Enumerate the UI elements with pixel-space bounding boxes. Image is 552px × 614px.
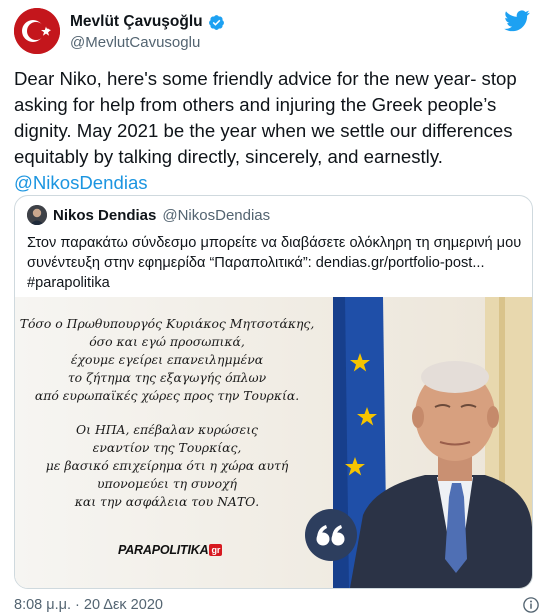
image-quote-line: με βασικό επιχείρημα ότι η χώρα αυτή — [45, 458, 289, 473]
quote-marks-icon — [316, 525, 345, 546]
image-quote-line: από ευρωπαϊκές χώρες προς την Τουρκία. — [34, 388, 300, 403]
tweet-text: Dear Niko, here's some friendly advice f… — [14, 66, 540, 196]
image-quote-line: έχουμε εγείρει επανειλημμένα — [70, 352, 264, 367]
author-display-name[interactable]: Mevlüt Çavuşoğlu — [70, 13, 203, 31]
brand-tag: gr — [209, 544, 223, 556]
image-quote-line: Τόσο ο Πρωθυπουργός Κυριάκος Μητσοτάκης, — [19, 316, 315, 331]
author-name-row[interactable]: Mevlüt Çavuşoğlu — [70, 13, 225, 31]
quote-marks-badge — [305, 509, 357, 561]
image-quote-paragraph-1: Τόσο ο Πρωθυπουργός Κυριάκος Μητσοτάκης,… — [19, 315, 315, 405]
parapolitika-logo: PARAPOLITIKA gr — [118, 543, 223, 557]
quoted-author-avatar — [27, 205, 47, 225]
quoted-text: Στον παρακάτω σύνδεσμο μπορείτε να διαβά… — [27, 235, 522, 291]
quoted-avatar-photo — [27, 205, 47, 225]
author-handle[interactable]: @MevlutCavusoglu — [70, 34, 200, 51]
image-quote-line: και την ασφάλεια του ΝΑΤΟ. — [74, 494, 260, 509]
twitter-bird-icon[interactable] — [504, 10, 530, 32]
timestamp[interactable]: 8:08 μ.μ. · 20 Δεκ 2020 — [14, 597, 163, 613]
tweet-footer: 8:08 μ.μ. · 20 Δεκ 2020 — [14, 596, 540, 613]
image-quote-paragraph-2: Οι ΗΠΑ, επέβαλαν κυρώσεις εναντίον της Τ… — [19, 421, 315, 511]
turkey-flag-icon — [14, 8, 60, 54]
image-quote-line: υπονομεύει τη συνοχή — [97, 476, 237, 491]
tweet-header: Mevlüt Çavuşoğlu @MevlutCavusoglu — [14, 8, 540, 58]
image-quote-line: Οι ΗΠΑ, επέβαλαν κυρώσεις — [75, 422, 258, 437]
image-quote-line: εναντίον της Τουρκίας, — [92, 440, 242, 455]
image-quote-line: το ζήτημα της εξαγωγής όπλων — [67, 370, 267, 385]
quoted-handle: @NikosDendias — [162, 206, 271, 224]
image-quote-line: όσο και εγώ προσωπικά, — [89, 334, 245, 349]
mention-link[interactable]: @NikosDendias — [14, 172, 148, 193]
verified-icon — [208, 14, 224, 30]
author-avatar[interactable] — [14, 8, 60, 54]
brand-name: PARAPOLITIKA — [118, 543, 209, 557]
quoted-tweet-header: Nikos Dendias @NikosDendias — [27, 205, 270, 225]
tweet-body: Dear Niko, here's some friendly advice f… — [14, 68, 517, 167]
info-icon[interactable] — [522, 596, 540, 614]
image-quote-text: Τόσο ο Πρωθυπουργός Κυριάκος Μητσοτάκης,… — [19, 315, 315, 527]
quoted-tweet[interactable]: Nikos Dendias @NikosDendias Στον παρακάτ… — [14, 195, 533, 589]
quoted-display-name: Nikos Dendias — [53, 206, 157, 224]
quoted-image[interactable]: Τόσο ο Πρωθυπουργός Κυριάκος Μητσοτάκης,… — [15, 297, 532, 588]
